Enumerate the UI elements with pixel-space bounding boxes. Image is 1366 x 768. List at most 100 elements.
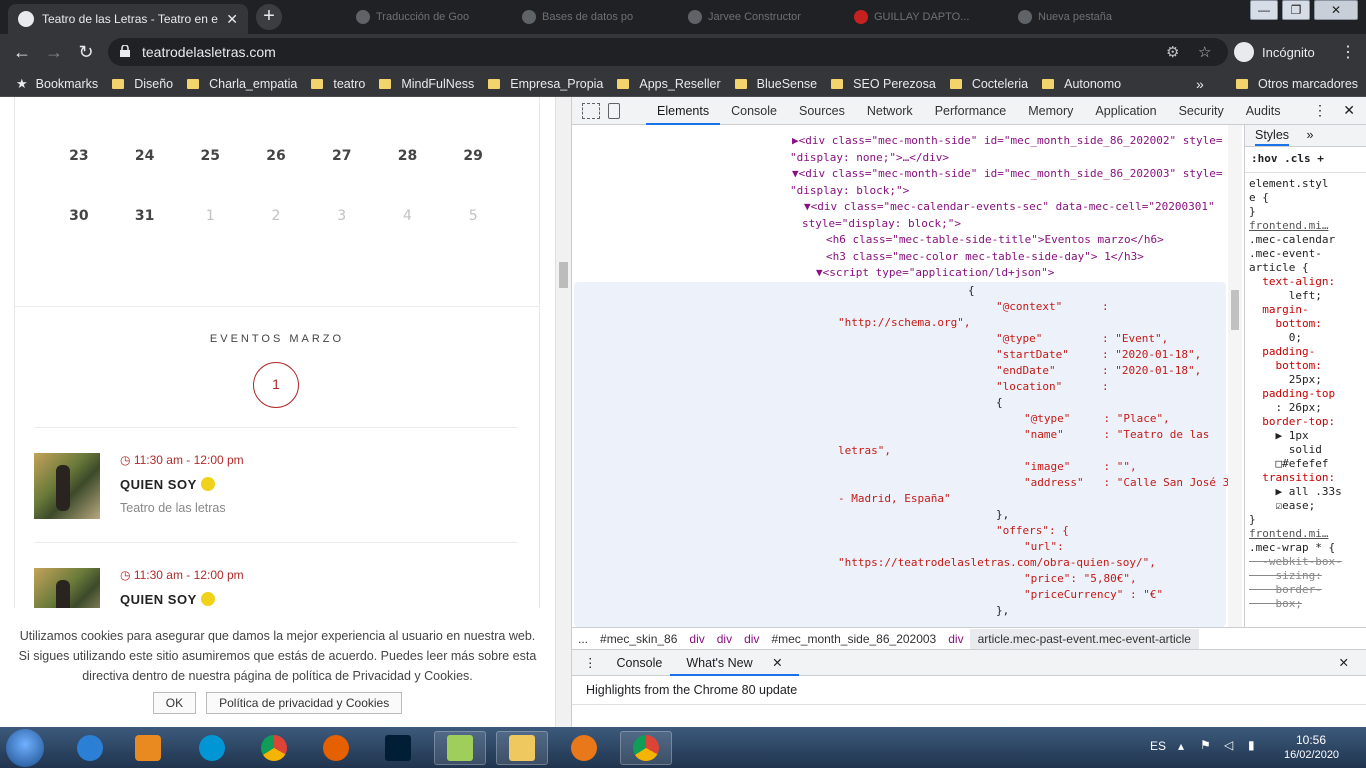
tab-close-icon[interactable]: ✕ [226, 11, 238, 28]
taskbar-app-icon[interactable] [558, 731, 610, 765]
flag-icon[interactable]: ⚑ [1200, 738, 1211, 752]
incognito-badge[interactable]: Incógnito [1234, 39, 1315, 65]
event-title-text[interactable]: QUIEN SOY [120, 477, 197, 492]
breadcrumb-item[interactable]: div [711, 632, 738, 646]
tray-arrow-icon[interactable]: ▴ [1178, 739, 1184, 753]
event-title-text[interactable]: QUIEN SOY [120, 592, 197, 607]
breadcrumb-item[interactable]: article.mec-past-event.mec-event-article [969, 628, 1199, 649]
devtools-tab-memory[interactable]: Memory [1017, 97, 1084, 125]
taskbar-notes-icon[interactable] [434, 731, 486, 765]
bookmark-folder[interactable]: BlueSense [734, 77, 817, 91]
calendar-day[interactable]: 28 [375, 148, 441, 164]
elements-scrollbar[interactable] [1228, 125, 1242, 627]
calendar-day[interactable]: 26 [243, 148, 309, 164]
language-indicator[interactable]: ES [1150, 739, 1166, 753]
calendar-day[interactable]: 25 [177, 148, 243, 164]
forward-button[interactable]: → [42, 41, 66, 65]
page-scrollbar[interactable] [555, 97, 571, 727]
reload-button[interactable]: ↻ [74, 41, 98, 65]
device-toolbar-icon[interactable] [608, 102, 620, 119]
dom-node-line[interactable]: "display: none;">…</div> [790, 150, 949, 166]
calendar-day[interactable]: 31 [112, 208, 178, 224]
dom-node-line[interactable]: style="display: block;"> [802, 216, 961, 232]
calendar-day[interactable]: 2 [243, 208, 309, 224]
breadcrumb-item[interactable]: div [738, 632, 765, 646]
bookmark-main[interactable]: ★ Bookmarks [16, 76, 98, 92]
url-text[interactable]: teatrodelasletras.com [142, 44, 276, 60]
event-title[interactable]: QUIEN SOY [120, 477, 215, 492]
style-rule-line[interactable]: frontend.mi… [1245, 219, 1366, 233]
calendar-day[interactable]: 3 [309, 208, 375, 224]
style-rule-line[interactable]: frontend.mi… [1245, 527, 1366, 541]
browser-menu-button[interactable]: ⋮ [1340, 42, 1356, 62]
calendar-day[interactable]: 23 [46, 148, 112, 164]
devtools-tab-audits[interactable]: Audits [1235, 97, 1292, 125]
dom-node-line[interactable]: ▼<div class="mec-month-side" id="mec_mon… [792, 166, 1222, 182]
calendar-day[interactable]: 24 [112, 148, 178, 164]
start-button[interactable] [6, 729, 44, 767]
dom-node-line[interactable]: ▶<div class="mec-month-side" id="mec_mon… [792, 133, 1222, 149]
devtools-menu-icon[interactable]: ⋮ [1313, 102, 1327, 119]
devtools-tab-sources[interactable]: Sources [788, 97, 856, 125]
devtools-tab-application[interactable]: Application [1084, 97, 1167, 125]
bookmark-star-icon[interactable]: ☆ [1198, 43, 1211, 61]
bookmark-folder[interactable]: Diseño [112, 77, 173, 91]
calendar-day[interactable]: 27 [309, 148, 375, 164]
more-tabs-icon[interactable]: » [1307, 128, 1314, 142]
tab-active[interactable]: Teatro de las Letras - Teatro en e ✕ [8, 4, 248, 34]
bookmark-folder[interactable]: teatro [311, 77, 365, 91]
close-window-button[interactable]: ✕ [1314, 0, 1358, 20]
breadcrumb-item[interactable]: #mec_skin_86 [594, 632, 683, 646]
calendar-day[interactable]: 4 [375, 208, 441, 224]
inspect-element-icon[interactable] [582, 102, 600, 119]
calendar-day[interactable]: 30 [46, 208, 112, 224]
privacy-policy-button[interactable]: Política de privacidad y Cookies [206, 692, 403, 714]
cookie-blocked-icon[interactable]: ⚙ [1166, 43, 1179, 61]
taskbar-media-icon[interactable] [122, 731, 174, 765]
tab-background[interactable]: Nueva pestaña [1018, 6, 1112, 28]
scrollbar-thumb[interactable] [1231, 290, 1239, 330]
dom-node-line[interactable]: ▼<script type="application/ld+json"> [816, 265, 1054, 281]
other-bookmarks-folder[interactable]: Otros marcadores [1236, 77, 1358, 91]
calendar-day[interactable]: 5 [440, 208, 506, 224]
bookmark-folder[interactable]: Cocteleria [949, 77, 1028, 91]
bookmark-folder[interactable]: Autonomo [1042, 77, 1121, 91]
back-button[interactable]: ← [10, 41, 34, 65]
event-thumbnail[interactable] [34, 453, 100, 519]
close-icon[interactable]: ✕ [764, 656, 790, 670]
taskbar-firefox-icon[interactable] [310, 731, 362, 765]
bookmark-folder[interactable]: Empresa_Propia [488, 77, 603, 91]
drawer-tab-whats-new[interactable]: What's New ✕ [670, 650, 799, 676]
bookmark-folder[interactable]: MindFulNess [379, 77, 474, 91]
taskbar-hp-icon[interactable] [186, 731, 238, 765]
clock-time[interactable]: 10:56 [1296, 733, 1326, 747]
drawer-tab-console[interactable]: Console [609, 656, 671, 670]
drawer-menu-icon[interactable]: ⋮ [572, 655, 609, 670]
devtools-tab-network[interactable]: Network [856, 97, 924, 125]
address-bar[interactable]: teatrodelasletras.com ⚙ ☆ [108, 38, 1228, 66]
clock-date[interactable]: 16/02/2020 [1284, 749, 1339, 761]
breadcrumb-item[interactable]: #mec_month_side_86_202003 [765, 632, 942, 646]
volume-icon[interactable]: ◁ [1224, 738, 1233, 752]
taskbar-chrome-icon[interactable] [248, 731, 300, 765]
dom-node-line[interactable]: <h6 class="mec-table-side-title">Eventos… [826, 232, 1164, 248]
dom-node-line[interactable]: "display: block;"> [790, 183, 909, 199]
event-title[interactable]: QUIEN SOY [120, 592, 215, 607]
drawer-close-button[interactable]: ✕ [1331, 655, 1357, 670]
styles-filter[interactable]: :hov .cls + [1245, 147, 1366, 173]
dom-node-line[interactable]: <h3 class="mec-color mec-table-side-day"… [826, 249, 1144, 265]
taskbar-chrome-open-icon[interactable] [620, 731, 672, 765]
breadcrumb-item[interactable]: div [942, 632, 969, 646]
bookmarks-overflow-button[interactable]: » [1196, 76, 1204, 92]
event-item[interactable]: ◷ 11:30 am - 12:00 pm QUIEN SOY Teatro d… [34, 453, 518, 523]
dom-node-line[interactable]: ▼<div class="mec-calendar-events-sec" da… [804, 199, 1215, 215]
devtools-tab-performance[interactable]: Performance [924, 97, 1018, 125]
network-icon[interactable]: ▮ [1248, 738, 1255, 752]
tab-background[interactable]: Traducción de Goo [356, 6, 469, 28]
devtools-tab-security[interactable]: Security [1168, 97, 1235, 125]
cookie-ok-button[interactable]: OK [152, 692, 197, 714]
calendar-day[interactable]: 1 [177, 208, 243, 224]
minimize-button[interactable]: — [1250, 0, 1278, 20]
taskbar-photoshop-icon[interactable] [372, 731, 424, 765]
new-tab-button[interactable]: + [256, 4, 282, 30]
